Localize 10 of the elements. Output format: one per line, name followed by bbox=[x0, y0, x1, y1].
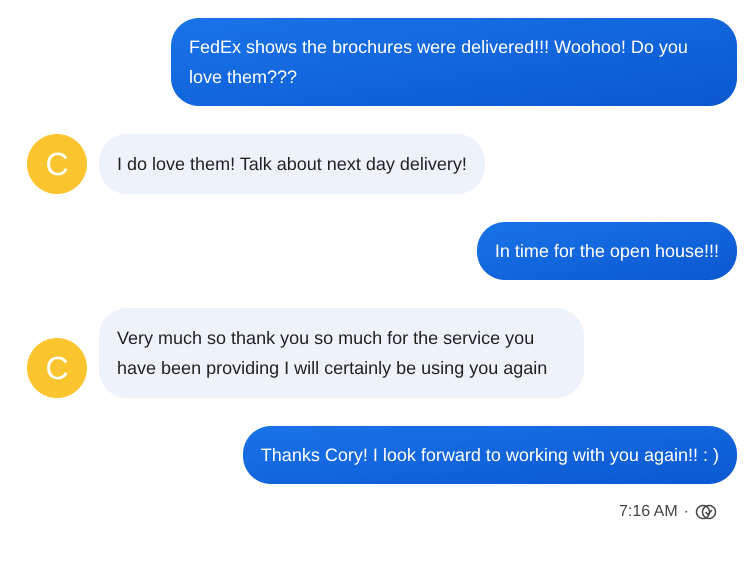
message-bubble: Thanks Cory! I look forward to working with you again!! : ) bbox=[242, 426, 737, 484]
avatar: C bbox=[27, 134, 87, 194]
separator-dot: · bbox=[684, 502, 689, 522]
message-bubble: Very much so thank you so much for the service you have been providing I will certainly be using you again bbox=[99, 308, 584, 398]
message-bubble: In time for the open house!!! bbox=[476, 222, 737, 280]
timestamp: 7:16 AM bbox=[618, 502, 678, 522]
read-receipt-icon bbox=[695, 504, 717, 520]
message-bubble: FedEx shows the brochures were delivered!!! Woohoo! Do you love them??? bbox=[171, 18, 737, 106]
message-bubble: I do love them! Talk about next day delivery! bbox=[99, 134, 485, 194]
avatar: C bbox=[27, 338, 87, 398]
